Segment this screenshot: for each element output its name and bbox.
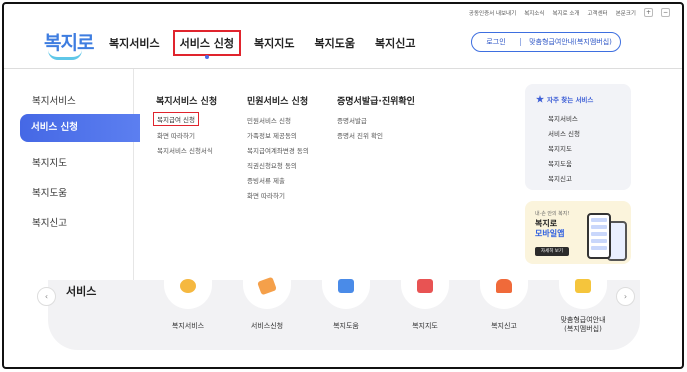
sidebar-item-welfare-help[interactable]: 복지도움 [32, 185, 67, 199]
link-screen-guide-2[interactable]: 화면 따라하기 [247, 190, 285, 200]
link-civil-service-apply[interactable]: 민원서비스 신청 [247, 115, 291, 125]
nav-service-apply-label: 서비스 신청 [179, 37, 235, 50]
link-family-info-consent[interactable]: 가족정보 제공동의 [247, 130, 297, 140]
sidebar-item-welfare-map[interactable]: 복지지도 [32, 155, 67, 169]
link-screen-guide[interactable]: 화면 따라하기 [157, 130, 195, 140]
column-title-civil-service: 민원서비스 신청 [247, 97, 309, 107]
favorite-item-welfare-report[interactable]: 복지신고 [548, 173, 572, 183]
utility-bar: 공동인증서 내보내기 복지소식 복지로 소개 고객센터 본문크기 + − [469, 8, 670, 17]
text-size-minus-button[interactable]: − [661, 8, 670, 17]
app-banner-title-2: 모바일앱 [535, 229, 565, 238]
favorite-item-welfare-service[interactable]: 복지서비스 [548, 113, 578, 123]
util-link-cert[interactable]: 공동인증서 내보내기 [469, 9, 516, 17]
service-label-welfare[interactable]: 복지서비스 [153, 322, 223, 331]
mobile-app-banner[interactable]: 내·손 안의 복지! 복지로 모바일앱 자세히 보기 [525, 201, 631, 264]
link-apply-forms[interactable]: 복지서비스 신청서식 [157, 145, 213, 155]
carousel-next-button[interactable]: › [616, 287, 635, 306]
nav-service-apply[interactable]: 서비스 신청 [172, 30, 242, 59]
active-dot-icon [204, 55, 209, 59]
link-ex-officio-consent[interactable]: 직권신청요청 동의 [247, 160, 297, 170]
service-label-apply[interactable]: 서비스신청 [232, 322, 302, 331]
header-button-group: 로그인 맞춤형급여안내(복지멤버십) [471, 32, 621, 52]
browser-frame: 공동인증서 내보내기 복지소식 복지로 소개 고객센터 본문크기 + − 복지로… [2, 2, 684, 369]
mega-menu-sidebar: 복지서비스 서비스 신청 복지지도 복지도움 복지신고 [4, 69, 140, 281]
favorite-item-welfare-help[interactable]: 복지도움 [548, 158, 572, 168]
service-label-report[interactable]: 복지신고 [469, 322, 539, 331]
link-account-change-consent[interactable]: 복지급여계좌변경 동의 [247, 145, 309, 155]
column-title-welfare-apply: 복지서비스 신청 [156, 97, 218, 107]
nav-welfare-help[interactable]: 복지도움 [315, 32, 355, 54]
star-icon [536, 95, 544, 103]
app-banner-caption: 내·손 안의 복지! [535, 211, 570, 217]
favorite-item-service-apply[interactable]: 서비스 신청 [548, 128, 580, 138]
column-title-certificate: 증명서발급·진위확인 [337, 97, 415, 107]
favorite-item-welfare-map[interactable]: 복지지도 [548, 143, 572, 153]
sidebar-item-welfare-service[interactable]: 복지서비스 [32, 93, 76, 107]
link-certificate-issue[interactable]: 증명서발급 [337, 115, 367, 125]
favorites-title-text: 자주 찾는 서비스 [547, 96, 594, 104]
login-button[interactable]: 로그인 [472, 37, 520, 47]
util-link-help[interactable]: 고객센터 [588, 9, 608, 17]
phone-illustration-icon [587, 213, 611, 259]
service-label-map[interactable]: 복지지도 [390, 322, 460, 331]
util-link-news[interactable]: 복지소식 [524, 9, 544, 17]
nav-welfare-service[interactable]: 복지서비스 [109, 32, 160, 54]
app-banner-detail-button[interactable]: 자세히 보기 [535, 247, 569, 256]
link-welfare-benefit-apply[interactable]: 복지급여 신청 [153, 112, 199, 126]
service-section-title: 서비스 [66, 285, 97, 298]
sidebar-item-service-apply[interactable]: 서비스 신청 [20, 114, 140, 142]
logo-smile-icon [48, 50, 82, 60]
favorites-panel: 자주 찾는 서비스 복지서비스 서비스 신청 복지지도 복지도움 복지신고 [525, 84, 631, 190]
util-text-size: 본문크기 [615, 10, 636, 17]
link-document-submit[interactable]: 증빙서류 제출 [247, 175, 285, 185]
site-logo[interactable]: 복지로 [44, 28, 94, 64]
link-certificate-verify[interactable]: 증명서 진위 확인 [337, 130, 383, 140]
nav-welfare-report[interactable]: 복지신고 [375, 32, 415, 54]
nav-welfare-map[interactable]: 복지지도 [254, 32, 294, 54]
service-label-help[interactable]: 복지도움 [311, 322, 381, 331]
carousel-prev-button[interactable]: ‹ [37, 287, 56, 306]
sidebar-item-welfare-report[interactable]: 복지신고 [32, 215, 67, 229]
util-link-about[interactable]: 복지로 소개 [552, 9, 579, 17]
service-label-custom[interactable]: 맞춤형급여안내 (복지멤버십) [548, 316, 618, 334]
favorites-title: 자주 찾는 서비스 [536, 94, 593, 104]
text-size-plus-button[interactable]: + [644, 8, 653, 17]
custom-benefit-button[interactable]: 맞춤형급여안내(복지멤버십) [521, 37, 620, 47]
main-nav: 복지서비스 서비스 신청 복지지도 복지도움 복지신고 [109, 30, 436, 59]
